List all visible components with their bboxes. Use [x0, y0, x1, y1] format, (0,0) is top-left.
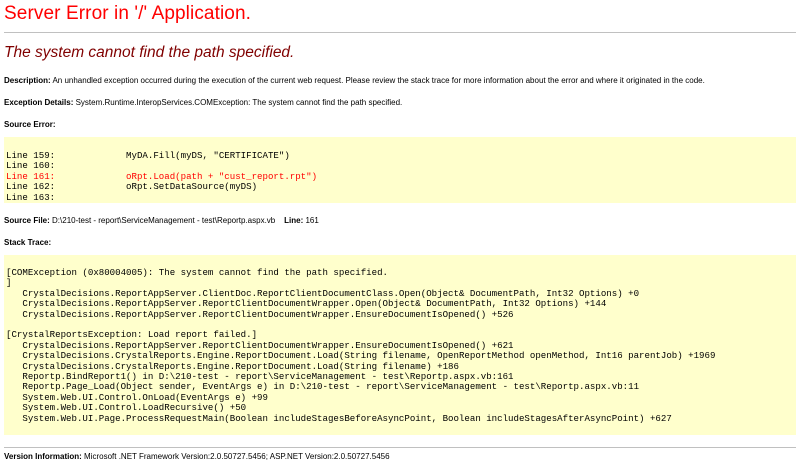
error-message-heading: The system cannot find the path specifie…	[4, 44, 295, 61]
stack-line: [CrystalReportsException: Load report fa…	[6, 329, 258, 341]
exception-details-label: Exception Details:	[4, 98, 74, 107]
source-file: Source File: D:\210-test - report\Servic…	[4, 216, 319, 225]
footer-divider	[4, 447, 796, 448]
version-info-text: Microsoft .NET Framework Version:2.0.507…	[84, 452, 390, 461]
title-divider	[4, 32, 796, 33]
stack-line: CrystalDecisions.CrystalReports.Engine.R…	[6, 350, 716, 362]
source-line-number: 161	[305, 216, 319, 225]
description: Description: An unhandled exception occu…	[4, 76, 705, 85]
version-information: Version Information: Microsoft .NET Fram…	[4, 452, 390, 461]
stack-line: Reportp.Page_Load(Object sender, EventAr…	[6, 381, 640, 393]
description-label: Description:	[4, 76, 51, 85]
stack-trace-block: [COMException (0x80004005): The system c…	[4, 255, 796, 435]
stack-line: CrystalDecisions.CrystalReports.Engine.R…	[6, 360, 459, 372]
exception-details: Exception Details: System.Runtime.Intero…	[4, 98, 402, 107]
source-line-label: Line:	[284, 216, 304, 225]
version-info-label: Version Information:	[4, 452, 82, 461]
stack-line: Reportp.BindReport1() in D:\210-test - r…	[6, 371, 514, 383]
source-line: Line 162: oRpt.SetDataSource(myDS)	[6, 181, 258, 193]
stack-line: System.Web.UI.Control.OnLoad(EventArgs e…	[6, 391, 268, 403]
source-line: Line 163:	[6, 191, 56, 203]
source-error-block: Line 159: MyDA.Fill(myDS, "CERTIFICATE")…	[4, 137, 796, 203]
stack-line: CrystalDecisions.ReportAppServer.ReportC…	[6, 298, 607, 310]
stack-line: ]	[6, 277, 12, 289]
stack-line: CrystalDecisions.ReportAppServer.ClientD…	[6, 287, 640, 299]
source-line: Line 160:	[6, 160, 56, 172]
stack-line: CrystalDecisions.ReportAppServer.ReportC…	[6, 339, 514, 351]
stack-line: System.Web.UI.Page.ProcessRequestMain(Bo…	[6, 412, 672, 424]
source-file-path: D:\210-test - report\ServiceManagement -…	[52, 216, 276, 225]
source-line-error: Line 161: oRpt.Load(path + "cust_report.…	[6, 170, 318, 182]
source-file-label: Source File:	[4, 216, 50, 225]
stack-trace-heading: Stack Trace:	[4, 238, 52, 247]
exception-details-text: System.Runtime.InteropServices.COMExcept…	[75, 98, 403, 107]
description-text: An unhandled exception occurred during t…	[52, 76, 705, 85]
source-line: Line 159: MyDA.Fill(myDS, "CERTIFICATE")	[6, 150, 290, 161]
source-error-heading: Source Error:	[4, 120, 56, 129]
stack-line: CrystalDecisions.ReportAppServer.ReportC…	[6, 308, 514, 320]
stack-line: [COMException (0x80004005): The system c…	[6, 267, 388, 278]
stack-line: System.Web.UI.Control.LoadRecursive() +5…	[6, 402, 247, 414]
page-title: Server Error in '/' Application.	[4, 3, 251, 24]
